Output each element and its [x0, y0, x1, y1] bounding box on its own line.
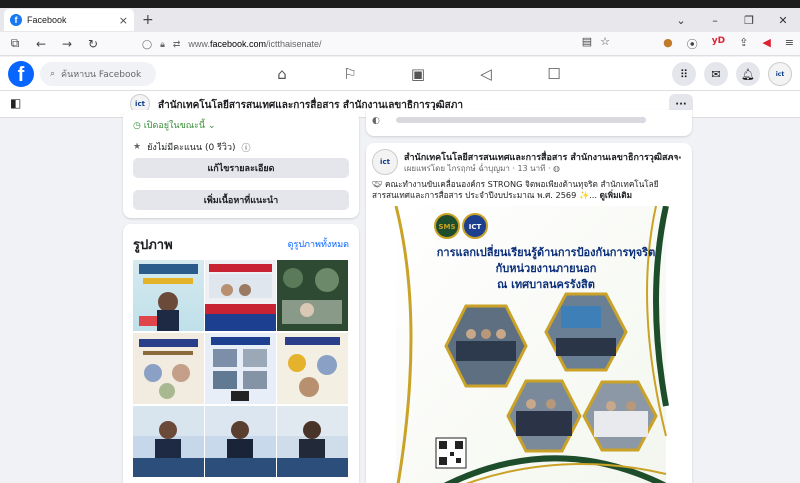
photo-image [211, 337, 270, 401]
minimize-icon[interactable]: – [698, 14, 732, 27]
photo-thumbnail[interactable] [277, 333, 348, 404]
yd-extension-icon[interactable]: yD [712, 36, 725, 52]
photos-card: รูปภาพ ดูรูปภาพทั้งหมด [123, 224, 359, 483]
photo-image [133, 406, 204, 477]
shield-icon: ◯ [142, 38, 153, 49]
notifications-calendar-icon[interactable]: ☐ [520, 57, 588, 91]
bookmark-star-icon[interactable]: ☆ [600, 35, 610, 48]
photo-thumbnail[interactable] [133, 260, 204, 331]
menu-grid-icon[interactable]: ⠿ [672, 62, 696, 86]
post-emoji-icon: 🤝︎ [372, 179, 383, 189]
sms-logo-text: SMS [438, 223, 455, 231]
extension-icon[interactable]: ● [663, 36, 673, 52]
image-title-line-3: ณ เทศบาลนครรังสิต [497, 278, 595, 291]
browser-nav-bar: ⧉ ← → ↻ ◯ 🔒︎ ⇄ www.facebook.com/ictthais… [0, 32, 800, 56]
post-text: 🤝︎ คณะทำงานขับเคลื่อนองค์กร STRONG จิตพอ… [372, 179, 684, 201]
add-featured-button[interactable]: เพิ่มเนื้อหาที่แนะนำ [133, 190, 349, 210]
window-top-strip [0, 0, 800, 8]
info-icon[interactable]: ⓘ [242, 141, 251, 154]
facebook-logo-icon[interactable]: f [8, 61, 34, 87]
back-icon[interactable]: ← [34, 37, 48, 51]
image-title-line-2: กับหน่วยงานภายนอก [496, 262, 597, 275]
tab-close-icon[interactable]: × [119, 14, 128, 27]
photo-image [139, 264, 198, 331]
photo-image [277, 406, 348, 477]
see-all-photos-link[interactable]: ดูรูปภาพทั้งหมด [288, 237, 349, 251]
globe-icon: ◍ [553, 164, 561, 173]
image-title-line-1: การแลกเปลี่ยนเรียนรู้ด้านการป้องกันการทุ… [437, 244, 655, 260]
tab-title: Facebook [27, 15, 67, 25]
close-window-icon[interactable]: ✕ [766, 14, 800, 27]
lock-icon: 🔒︎ [160, 38, 165, 49]
list-tabs-icon[interactable]: ⌄ [664, 14, 698, 27]
facebook-search-input[interactable]: ⌕ ค้นหาบน Facebook [40, 62, 156, 86]
facebook-main-nav: ⌂ ⚐ ▣ ◁ ☐ [248, 57, 588, 91]
maximize-icon[interactable]: ❐ [732, 14, 766, 27]
browser-tab[interactable]: f Facebook × [4, 9, 134, 31]
post-card: ict สำนักเทคโนโลยีสารสนเทศและการสื่อสาร … [366, 143, 692, 483]
edit-details-button[interactable]: แก้ไขรายละเอียด [133, 158, 349, 178]
forward-icon[interactable]: → [60, 37, 74, 51]
photo-image [205, 264, 276, 331]
pocket-icon[interactable]: ⦿ [687, 36, 698, 52]
sidebar-toggle-icon[interactable]: ⧉ [8, 36, 22, 51]
megaphone-icon[interactable]: ◀ [762, 36, 770, 52]
ads-megaphone-icon[interactable]: ◁ [452, 57, 520, 91]
photo-thumbnail[interactable] [133, 406, 204, 477]
about-card: ◷ เปิดอยู่ในขณะนี้ ⌄ ★ ยังไม่มีคะแนน (0 … [123, 110, 359, 218]
watch-video-icon[interactable]: ▣ [384, 57, 452, 91]
menu-icon[interactable]: ≡ [785, 36, 794, 52]
account-avatar[interactable]: ict [768, 62, 792, 86]
photo-thumbnail[interactable] [277, 260, 348, 331]
photo-thumbnail[interactable] [205, 260, 276, 331]
search-icon: ⌕ [50, 69, 56, 79]
pages-flag-icon[interactable]: ⚐ [316, 57, 384, 91]
messenger-icon[interactable]: ✉ [704, 62, 728, 86]
reviews-text: ยังไม่มีคะแนน (0 รีวิว) [147, 143, 236, 153]
facebook-header: f ⌕ ค้นหาบน Facebook ⌂ ⚐ ▣ ◁ ☐ ⠿ ✉ 🔔︎ ic… [0, 57, 800, 91]
photo-thumbnail[interactable] [205, 406, 276, 477]
share-icon[interactable]: ⇪ [739, 36, 748, 52]
reload-icon[interactable]: ↻ [86, 37, 100, 51]
post-image-graphic: SMS ICT การแลกเปลี่ยนเรียนรู้ด้านการป้อง… [366, 205, 692, 483]
facebook-favicon-icon: f [10, 14, 22, 26]
url-text: www.facebook.com/ictthaisenate/ [188, 39, 322, 49]
photo-image [285, 337, 340, 397]
photo-thumbnail[interactable] [133, 333, 204, 404]
photo-thumbnail[interactable] [277, 406, 348, 477]
photo-thumbnail[interactable] [205, 333, 276, 404]
photo-image [205, 406, 276, 477]
star-icon: ★ [133, 142, 142, 152]
see-more-link[interactable]: ดูเพิ่มเติม [600, 190, 632, 200]
search-placeholder: ค้นหาบน Facebook [61, 70, 142, 80]
photo-image [139, 339, 198, 399]
ict-logo-text: ICT [469, 223, 482, 231]
new-tab-button[interactable]: + [142, 12, 154, 28]
photos-title: รูปภาพ [133, 238, 173, 253]
previous-post-footer: ◐ [366, 110, 692, 136]
photo-image [277, 260, 348, 331]
post-author-avatar[interactable]: ict [372, 149, 398, 175]
post-image[interactable]: SMS ICT การแลกเปลี่ยนเรียนรู้ด้านการป้อง… [366, 205, 692, 483]
extensions-toolbar: ● ⦿ yD ⇪ ◀ ≡ [663, 36, 794, 52]
post-meta: เผยแพร่โดย ไกรฤกษ์ ฉ่ำบุญมา · 13 นาที · … [404, 164, 561, 173]
reader-view-icon[interactable]: ▤ [582, 35, 592, 48]
browser-tab-bar: f Facebook × + ⌄ – ❐ ✕ [0, 8, 800, 32]
reviews-line: ★ ยังไม่มีคะแนน (0 รีวิว) ⓘ [133, 140, 251, 154]
window-controls: ⌄ – ❐ ✕ [664, 8, 800, 32]
open-status[interactable]: ◷ เปิดอยู่ในขณะนี้ ⌄ [133, 118, 215, 132]
previous-post-snippet [396, 117, 646, 123]
notifications-bell-icon[interactable]: 🔔︎ [736, 62, 760, 86]
home-icon[interactable]: ⌂ [248, 57, 316, 91]
toggle-sidebar-icon[interactable]: ◧ [10, 96, 21, 110]
permissions-icon: ⇄ [172, 38, 181, 49]
facebook-header-actions: ⠿ ✉ 🔔︎ ict [672, 62, 792, 86]
post-options-icon[interactable]: ··· [669, 151, 682, 164]
url-bar[interactable]: ◯ 🔒︎ ⇄ www.facebook.com/ictthaisenate/ ▤… [142, 35, 622, 53]
previous-post-avatar-icon: ◐ [372, 116, 380, 126]
